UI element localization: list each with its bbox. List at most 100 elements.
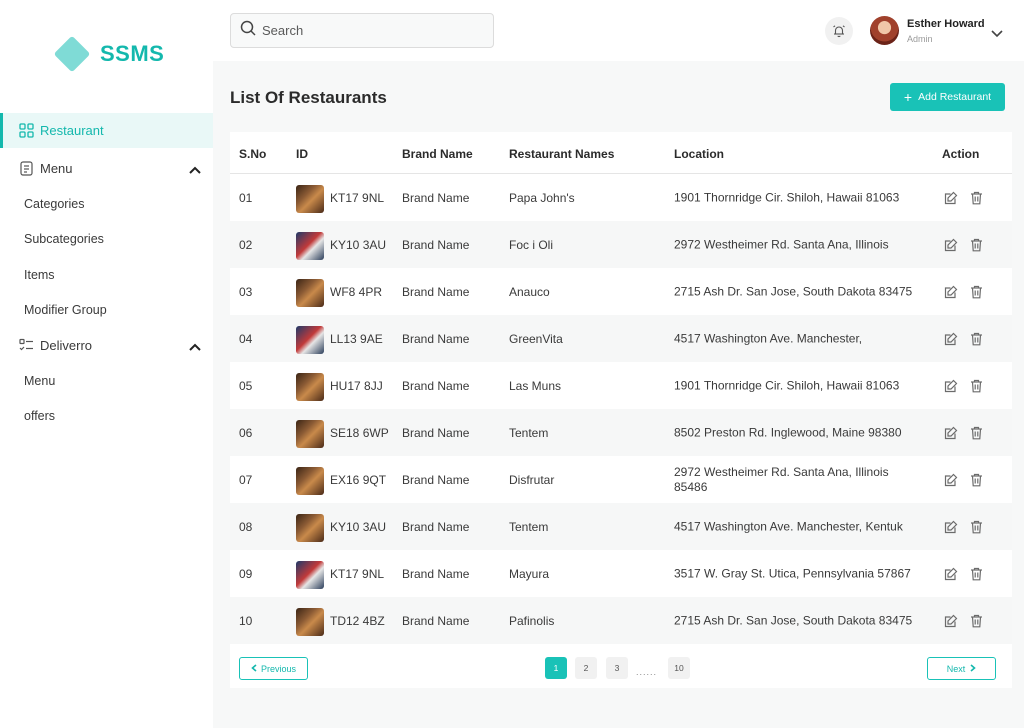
previous-page-button[interactable]: Previous xyxy=(239,657,308,680)
notification-bell-icon[interactable] xyxy=(825,17,853,45)
row-location: 2715 Ash Dr. San Jose, South Dakota 8347… xyxy=(674,613,913,627)
edit-icon[interactable] xyxy=(943,472,959,488)
chevron-up-icon[interactable] xyxy=(189,162,201,177)
sidebar-item-label: Deliverro xyxy=(40,338,93,353)
sidebar-subitem-menu[interactable]: Menu xyxy=(0,363,213,399)
next-page-button[interactable]: Next xyxy=(927,657,996,680)
chevron-down-icon[interactable] xyxy=(991,25,1003,43)
column-header-id: ID xyxy=(296,147,308,161)
row-sno: 07 xyxy=(239,472,253,487)
page-title: List Of Restaurants xyxy=(230,88,387,107)
row-sno: 03 xyxy=(239,284,253,299)
row-brand-name: Brand Name xyxy=(402,237,470,252)
row-restaurant-name: Tentem xyxy=(509,519,549,534)
brand-name: SSMS xyxy=(100,41,165,66)
row-location: 4517 Washington Ave. Manchester, xyxy=(674,331,863,345)
sidebar: SSMS Restaurant Menu Categories Subcateg… xyxy=(0,0,213,728)
delete-icon[interactable] xyxy=(968,237,984,253)
sidebar-item-menu[interactable]: Menu xyxy=(0,151,213,186)
table-row: 09 KT17 9NL Brand Name Mayura 3517 W. Gray S… xyxy=(230,550,1012,597)
restaurant-thumbnail xyxy=(296,420,324,448)
restaurant-thumbnail xyxy=(296,373,324,401)
delete-icon[interactable] xyxy=(968,613,984,629)
previous-label: Previous xyxy=(260,663,296,674)
sidebar-subitem-offers[interactable]: offers xyxy=(0,399,213,435)
row-location: 1901 Thornridge Cir. Shiloh, Hawaii 8106… xyxy=(674,190,900,204)
sidebar-nav: Restaurant Menu Categories Subcategories… xyxy=(0,113,213,434)
delete-icon[interactable] xyxy=(968,519,984,535)
row-location: 1901 Thornridge Cir. Shiloh, Hawaii 8106… xyxy=(674,378,900,392)
row-brand-name: Brand Name xyxy=(402,613,470,628)
column-header-sno: S.No xyxy=(239,147,267,161)
delete-icon[interactable] xyxy=(968,331,984,347)
add-restaurant-button[interactable]: + Add Restaurant xyxy=(890,83,1005,111)
page-number-3[interactable]: 3 xyxy=(606,657,628,679)
row-id: KT17 9NL xyxy=(330,190,385,205)
edit-icon[interactable] xyxy=(943,519,959,535)
edit-icon[interactable] xyxy=(943,331,959,347)
sidebar-subitem-items[interactable]: Items xyxy=(0,257,213,293)
row-sno: 01 xyxy=(239,190,253,205)
edit-icon[interactable] xyxy=(943,566,959,582)
sidebar-item-restaurant[interactable]: Restaurant xyxy=(0,113,213,148)
delete-icon[interactable] xyxy=(968,425,984,441)
sidebar-item-deliverro[interactable]: Deliverro xyxy=(0,328,213,363)
edit-icon[interactable] xyxy=(943,237,959,253)
row-id: HU17 8JJ xyxy=(330,378,383,393)
search-input[interactable] xyxy=(262,23,482,38)
restaurant-thumbnail xyxy=(296,561,324,589)
logo[interactable]: SSMS xyxy=(53,35,164,73)
edit-icon[interactable] xyxy=(943,425,959,441)
chevron-up-icon[interactable] xyxy=(189,339,201,354)
plus-icon: + xyxy=(903,89,913,105)
top-bar: Esther Howard Admin xyxy=(213,0,1024,61)
row-brand-name: Brand Name xyxy=(402,566,470,581)
table-row: 01 KT17 9NL Brand Name Papa John's 1901 Thor… xyxy=(230,174,1012,221)
row-id: KY10 3AU xyxy=(330,237,387,252)
page-number-2[interactable]: 2 xyxy=(575,657,597,679)
row-restaurant-name: Las Muns xyxy=(509,378,562,393)
delete-icon[interactable] xyxy=(968,566,984,582)
restaurant-thumbnail xyxy=(296,467,324,495)
search-icon xyxy=(240,20,256,41)
delete-icon[interactable] xyxy=(968,284,984,300)
sidebar-subitem-modifier-group[interactable]: Modifier Group xyxy=(0,293,213,329)
edit-icon[interactable] xyxy=(943,190,959,206)
table-row: 04 LL13 9AE Brand Name GreenVita 4517 Washin… xyxy=(230,315,1012,362)
row-location: 2715 Ash Dr. San Jose, South Dakota 8347… xyxy=(674,284,913,298)
table-row: 02 KY10 3AU Brand Name Foc i Oli 2972 Westhe… xyxy=(230,221,1012,268)
row-restaurant-name: Disfrutar xyxy=(509,472,555,487)
row-id: TD12 4BZ xyxy=(330,613,385,628)
column-header-location: Location xyxy=(674,147,724,161)
column-header-restaurant: Restaurant Names xyxy=(509,147,615,161)
edit-icon[interactable] xyxy=(943,613,959,629)
sidebar-subitem-categories[interactable]: Categories xyxy=(0,186,213,222)
delete-icon[interactable] xyxy=(968,472,984,488)
delete-icon[interactable] xyxy=(968,378,984,394)
restaurant-thumbnail xyxy=(296,185,324,213)
next-label: Next xyxy=(946,663,966,674)
restaurant-thumbnail xyxy=(296,326,324,354)
row-restaurant-name: Papa John's xyxy=(509,190,575,205)
row-sno: 08 xyxy=(239,519,253,534)
sidebar-subitem-subcategories[interactable]: Subcategories xyxy=(0,222,213,258)
row-brand-name: Brand Name xyxy=(402,331,470,346)
row-brand-name: Brand Name xyxy=(402,284,470,299)
page-number-10[interactable]: 10 xyxy=(668,657,690,679)
row-brand-name: Brand Name xyxy=(402,472,470,487)
search-box[interactable] xyxy=(230,13,494,48)
user-role: Admin xyxy=(907,34,933,44)
page-number-1[interactable]: 1 xyxy=(545,657,567,679)
restaurants-table: S.No ID Brand Name Restaurant Names Loca… xyxy=(230,132,1012,688)
page-ellipsis: ...... xyxy=(636,667,658,677)
table-row: 05 HU17 8JJ Brand Name Las Muns 1901 Thornri… xyxy=(230,362,1012,409)
delete-icon[interactable] xyxy=(968,190,984,206)
edit-icon[interactable] xyxy=(943,378,959,394)
row-location: 8502 Preston Rd. Inglewood, Maine 98380 xyxy=(674,425,902,439)
sidebar-item-label: Restaurant xyxy=(40,123,104,138)
avatar[interactable] xyxy=(870,16,899,45)
row-sno: 02 xyxy=(239,237,253,252)
column-header-brand: Brand Name xyxy=(402,147,473,161)
edit-icon[interactable] xyxy=(943,284,959,300)
chevron-left-icon xyxy=(251,663,257,674)
